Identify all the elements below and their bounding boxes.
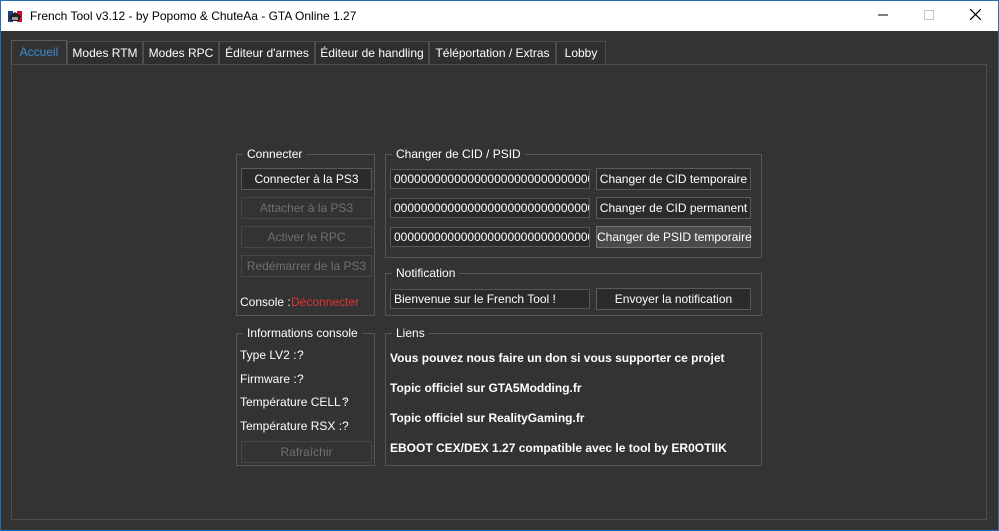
tab-strip: Accueil Modes RTM Modes RPC Éditeur d'ar… (1, 31, 998, 66)
minimize-icon (878, 9, 888, 23)
cid-temp-input[interactable]: 0000000000000000000000000000000 (390, 169, 590, 189)
cid-perm-input[interactable]: 0000000000000000000000000000000 (390, 198, 590, 218)
title-bar[interactable]: French Tool v3.12 - by Popomo & ChuteAa … (1, 1, 998, 31)
tab-editeur-armes[interactable]: Éditeur d'armes (219, 41, 315, 64)
notification-group-title: Notification (392, 266, 460, 280)
rsx-temp-value: ? (342, 419, 349, 433)
maximize-icon (924, 9, 934, 23)
notification-message-input[interactable]: Bienvenue sur le French Tool ! (390, 289, 590, 309)
tab-lobby[interactable]: Lobby (556, 41, 606, 64)
firmware-value: ? (297, 372, 304, 386)
type-lv2-label: Type LV2 : (240, 348, 297, 362)
console-label: Console : (240, 295, 291, 309)
connect-group-title: Connecter (243, 147, 307, 161)
tab-panel-accueil: Connecter Connecter à la PS3 Attacher à … (11, 64, 987, 520)
rsx-temp-label: Température RSX : (240, 419, 343, 433)
cell-temp-value: ? (342, 395, 349, 409)
notification-group: Notification Bienvenue sur le French Too… (385, 266, 762, 316)
refresh-button[interactable]: Rafraîchir (241, 441, 372, 463)
cell-temp-label: Température CELL : (240, 395, 347, 409)
attach-ps3-button[interactable]: Attacher à la PS3 (241, 197, 372, 219)
tab-modes-rtm[interactable]: Modes RTM (67, 41, 143, 64)
app-window: French Tool v3.12 - by Popomo & ChuteAa … (0, 0, 999, 531)
link-realitygaming[interactable]: Topic officiel sur RealityGaming.fr (390, 411, 584, 425)
app-logo-icon (7, 8, 23, 24)
tab-editeur-handling[interactable]: Éditeur de handling (315, 41, 429, 64)
console-info-group: Informations console Type LV2 : ? Firmwa… (236, 326, 375, 466)
console-status: Déconnecter (291, 295, 360, 309)
link-eboot[interactable]: EBOOT CEX/DEX 1.27 compatible avec le to… (390, 441, 727, 455)
links-group: Liens Vous pouvez nous faire un don si v… (385, 326, 762, 466)
change-cid-temp-button[interactable]: Changer de CID temporaire (596, 168, 751, 190)
links-group-title: Liens (392, 326, 429, 340)
close-button[interactable] (952, 1, 998, 31)
enable-rpc-button[interactable]: Activer le RPC (241, 226, 372, 248)
firmware-label: Firmware : (240, 372, 297, 386)
change-cid-perm-button[interactable]: Changer de CID permanent (596, 197, 751, 219)
restart-ps3-button[interactable]: Redémarrer de la PS3 (241, 255, 372, 277)
cid-psid-group: Changer de CID / PSID 000000000000000000… (385, 147, 762, 258)
psid-temp-input[interactable]: 0000000000000000000000000000000 (390, 227, 590, 247)
connect-ps3-button[interactable]: Connecter à la PS3 (241, 168, 372, 190)
tab-teleportation-extras[interactable]: Téléportation / Extras (429, 41, 556, 64)
link-donation[interactable]: Vous pouvez nous faire un don si vous su… (390, 351, 725, 365)
maximize-button[interactable] (906, 1, 952, 31)
tab-accueil[interactable]: Accueil (11, 40, 67, 66)
connect-group: Connecter Connecter à la PS3 Attacher à … (236, 147, 375, 316)
cid-psid-group-title: Changer de CID / PSID (392, 147, 525, 161)
send-notification-button[interactable]: Envoyer la notification (596, 288, 751, 310)
console-info-group-title: Informations console (243, 326, 362, 340)
minimize-button[interactable] (860, 1, 906, 31)
close-icon (969, 8, 981, 23)
window-title: French Tool v3.12 - by Popomo & ChuteAa … (30, 9, 357, 23)
change-psid-temp-button[interactable]: Changer de PSID temporaire (596, 226, 752, 248)
link-gta5modding[interactable]: Topic officiel sur GTA5Modding.fr (390, 381, 582, 395)
type-lv2-value: ? (297, 348, 304, 362)
tab-modes-rpc[interactable]: Modes RPC (143, 41, 219, 64)
